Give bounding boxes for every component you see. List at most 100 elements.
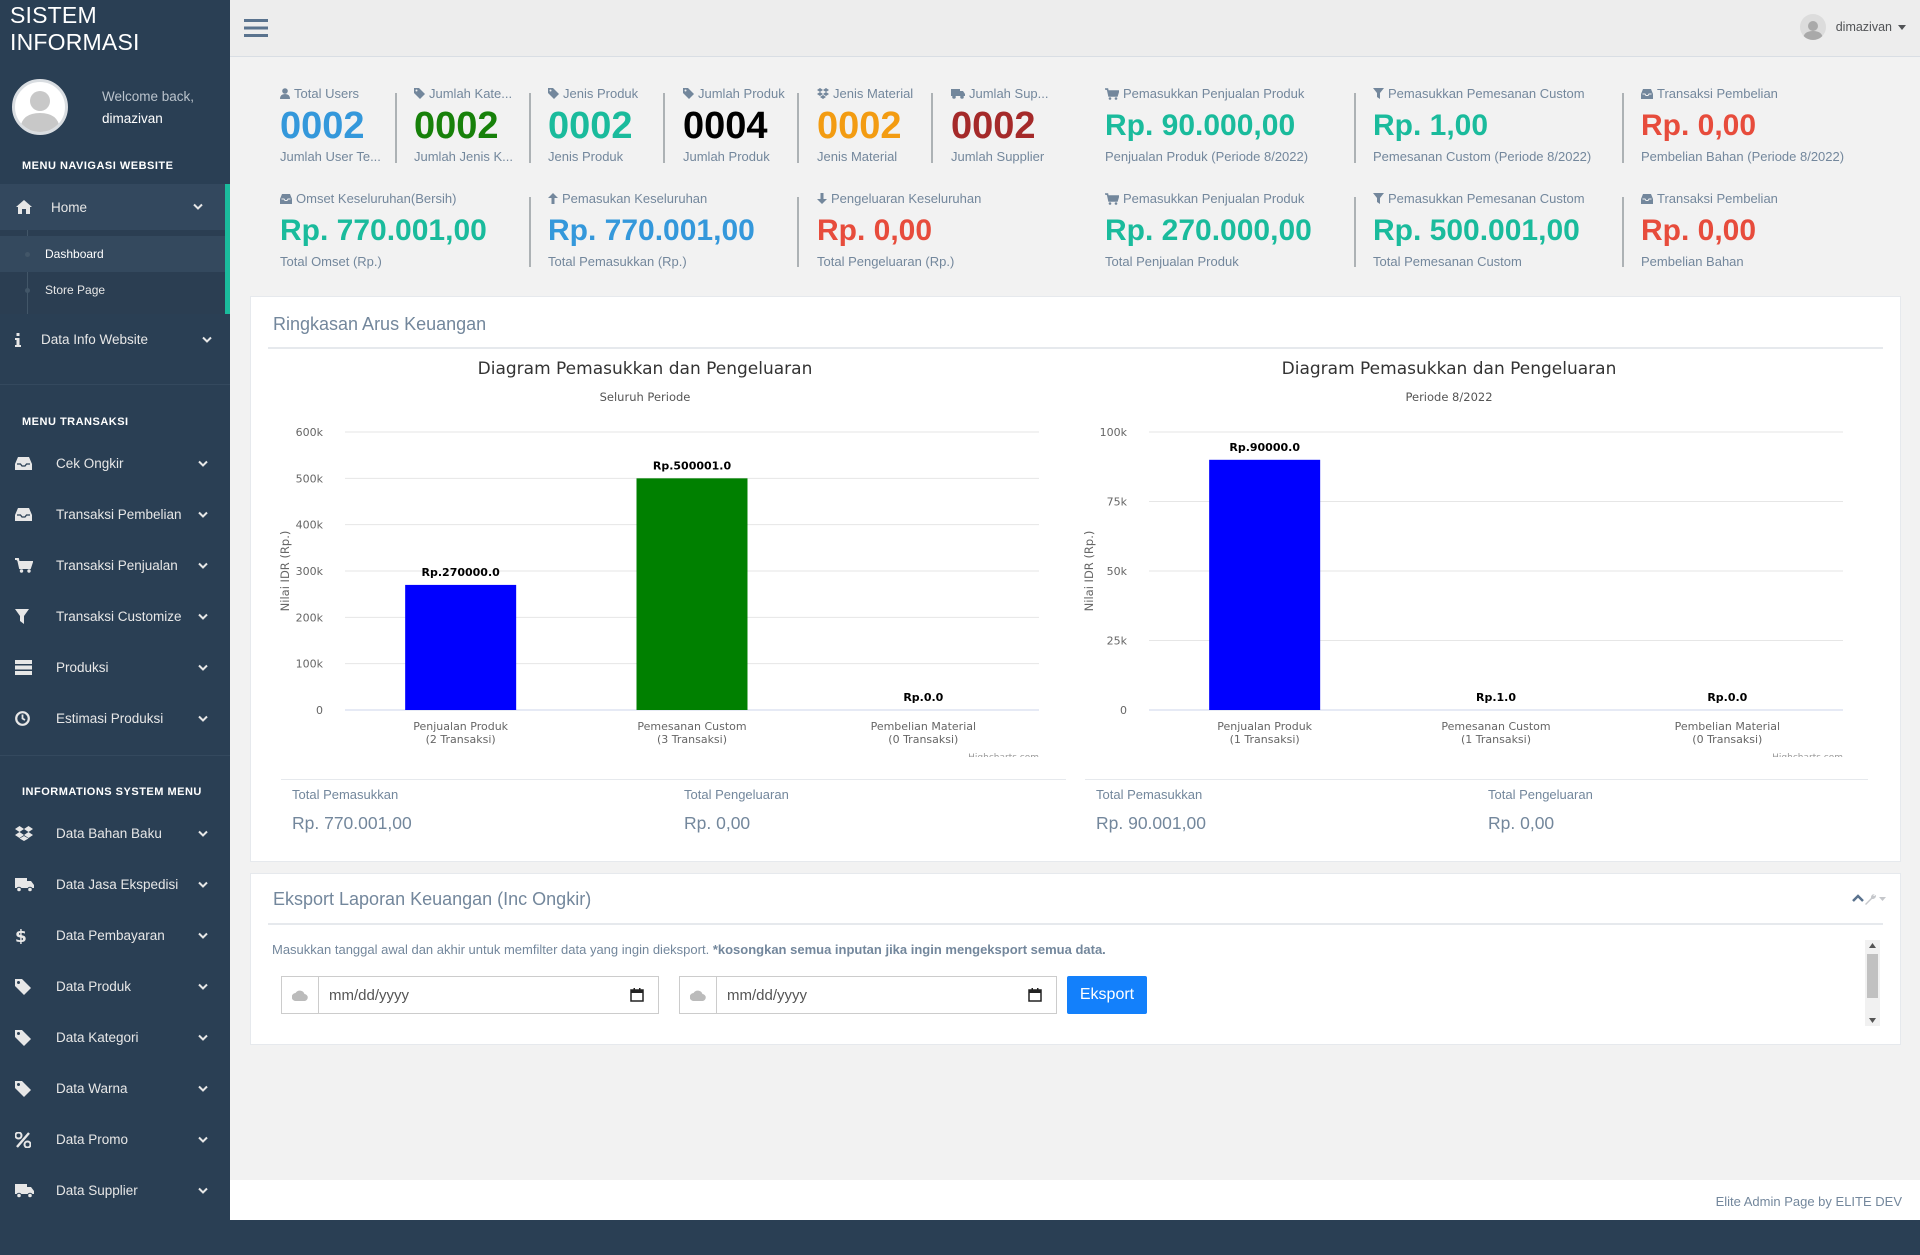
export-description: Masukkan tanggal awal dan akhir untuk me… (272, 942, 1106, 957)
cloud-icon (680, 977, 717, 1013)
sidebar-item-transaksi-customize[interactable]: Transaksi Customize (0, 591, 230, 642)
stat-pengeluaran-keseluruhan: Pengeluaran Keseluruhan Rp. 0,00 Total Pen… (817, 191, 981, 281)
total-pengeluaran-value: Rp. 0,00 (684, 813, 751, 833)
sidebar-item-data-jasa-ekspedisi[interactable]: Data Jasa Ekspedisi (0, 859, 230, 910)
sidebar-item-label: Data Bahan Baku (56, 826, 162, 841)
stat-subtitle: Pemesanan Custom (Periode 8/2022) (1373, 149, 1592, 164)
sidebar-item-produksi[interactable]: Produksi (0, 642, 230, 693)
user-menu[interactable]: dimazivan (1799, 14, 1906, 40)
chevron-down-icon (198, 613, 208, 620)
stat-value: Rp. 0,00 (1641, 109, 1757, 142)
server-icon (15, 660, 41, 675)
sidebar-item-data-kategori[interactable]: Data Kategori (0, 1012, 230, 1063)
total-pemasukkan-value: Rp. 770.001,00 (292, 813, 412, 833)
sidebar-item-label: Data Kategori (56, 1030, 139, 1045)
stat-title: Pemasukkan Pemesanan Custom (1388, 191, 1585, 206)
sidebar-item-transaksi-pembelian[interactable]: Transaksi Pembelian (0, 489, 230, 540)
inbox-icon (15, 457, 41, 470)
stat-title: Jumlah Kate... (429, 86, 513, 101)
sidebar-item-cek-ongkir[interactable]: Cek Ongkir (0, 438, 230, 489)
svg-text:$: $ (15, 927, 27, 944)
bar (405, 584, 517, 710)
inbox-icon (280, 193, 296, 204)
sidebar-item-home[interactable]: Home (0, 184, 230, 230)
x-tick-label: Penjualan Produk (1 Transaksi) (1217, 720, 1312, 746)
stat-subtitle: Total Pemesanan Custom (1373, 254, 1522, 269)
stat-value: 0002 (548, 105, 633, 147)
sidebar-item-data-pembayaran[interactable]: $ Data Pembayaran (0, 910, 230, 961)
y-tick-label: 0 (1120, 704, 1127, 717)
stat-value: 0002 (414, 105, 499, 147)
divider (1622, 93, 1624, 163)
calendar-icon[interactable] (630, 988, 644, 1002)
sidebar-item-data-warna[interactable]: Data Warna (0, 1063, 230, 1114)
filter-icon (1373, 193, 1388, 204)
chevron-down-icon (193, 203, 203, 211)
sidebar-item-label: Data Warna (56, 1081, 128, 1096)
bottom-bar (0, 1220, 1920, 1255)
stat-subtitle: Jenis Material (817, 149, 898, 164)
total-pemasukkan-label: Total Pemasukkan (292, 787, 399, 802)
end-date-value: mm/dd/yyyy (727, 986, 808, 1004)
tag-icon (15, 978, 41, 995)
scrollbar[interactable] (1865, 940, 1880, 1026)
wrench-icon[interactable] (1863, 892, 1886, 906)
stat-subtitle: Jumlah Produk (683, 149, 770, 164)
chart-title: Diagram Pemasukkan dan Pengeluaran (1282, 359, 1617, 379)
sidebar-item-data-promo[interactable]: Data Promo (0, 1114, 230, 1165)
x-tick-label: Pemesanan Custom (3 Transaksi) (637, 720, 746, 746)
tag-icon (15, 1080, 41, 1097)
arrow-down-icon (817, 193, 831, 204)
stat-jenis-produk: Jenis Produk 0002 Jenis Produk (548, 86, 660, 176)
y-tick-label: 400k (296, 519, 324, 532)
divider (395, 93, 397, 163)
divider (797, 197, 799, 267)
sidebar-item-label: Cek Ongkir (56, 456, 124, 471)
start-date-input[interactable]: mm/dd/yyyy (281, 976, 659, 1014)
end-date-input[interactable]: mm/dd/yyyy (679, 976, 1057, 1014)
sidebar-item-transaksi-penjualan[interactable]: Transaksi Penjualan (0, 540, 230, 591)
dollar-icon: $ (15, 927, 41, 944)
sidebar-item-label: Dashboard (45, 247, 104, 261)
truck-icon (15, 1183, 41, 1198)
stat-subtitle: Pembelian Bahan (Periode 8/2022) (1641, 149, 1845, 164)
stat-jumlah-kate: Jumlah Kate... 0002 Jumlah Jenis K... (414, 86, 526, 176)
sidebar-item-data-produk[interactable]: Data Produk (0, 961, 230, 1012)
sidebar-item-label: Transaksi Pembelian (56, 507, 182, 522)
x-tick-label: Pembelian Material (0 Transaksi) (871, 720, 976, 746)
cloud-icon (282, 977, 319, 1013)
tag-icon (15, 1029, 41, 1046)
y-tick-label: 75k (1107, 496, 1128, 509)
export-button[interactable]: Eksport (1067, 976, 1147, 1014)
chevron-down-icon (198, 1085, 208, 1092)
brand-title[interactable]: SISTEM INFORMASI (0, 0, 230, 58)
stat-jumlah-sup: Jumlah Sup... 0002 Jumlah Supplier (951, 86, 1063, 176)
sidebar-item-store-page[interactable]: Store Page (0, 272, 225, 308)
sidebar-item-label: Home (51, 199, 88, 215)
stat-pemasukkan-penjualan-produk: Pemasukkan Penjualan Produk Rp. 270.000,0… (1105, 191, 1312, 281)
stat-title: Transaksi Pembelian (1657, 191, 1778, 206)
y-tick-label: 500k (296, 472, 324, 485)
sidebar-item-data-info-website[interactable]: Data Info Website (0, 314, 230, 365)
chart-credit: Highcharts.com (968, 753, 1039, 757)
inbox-icon (15, 508, 41, 521)
sidebar-item-estimasi-produksi[interactable]: Estimasi Produksi (0, 693, 230, 744)
y-tick-label: 200k (296, 611, 324, 624)
chevron-down-icon (198, 830, 208, 837)
stat-subtitle: Pembelian Bahan (1641, 254, 1744, 269)
dropbox-icon (817, 88, 833, 99)
stat-pemasukkan-penjualan-produk: Pemasukkan Penjualan Produk Rp. 90.000,00… (1105, 86, 1308, 176)
calendar-icon[interactable] (1028, 988, 1042, 1002)
stat-value: 0002 (817, 105, 902, 147)
stat-value: Rp. 0,00 (1641, 214, 1757, 247)
chart-subtitle: Periode 8/2022 (1405, 390, 1492, 404)
x-tick-label: Pemesanan Custom (1 Transaksi) (1441, 720, 1550, 746)
cart-icon (1105, 192, 1123, 205)
stat-title: Pemasukkan Penjualan Produk (1123, 86, 1305, 101)
sidebar-item-dashboard[interactable]: Dashboard (0, 236, 225, 272)
avatar (12, 79, 68, 135)
sidebar-item-data-supplier[interactable]: Data Supplier (0, 1165, 230, 1216)
data-label: Rp.500001.0 (653, 459, 732, 472)
sidebar-item-data-bahan-baku[interactable]: Data Bahan Baku (0, 808, 230, 859)
menu-toggle-icon[interactable] (244, 18, 268, 38)
